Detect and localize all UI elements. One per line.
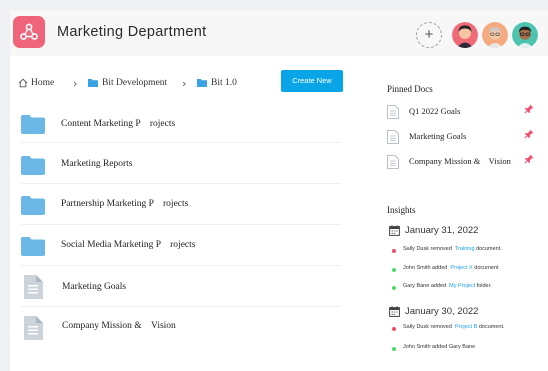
activity-link[interactable]: Project X xyxy=(450,265,472,271)
create-new-button[interactable]: Create New xyxy=(281,70,343,92)
file-name: Content Marketing P rojects xyxy=(61,119,176,129)
insight-date-label: January 30, 2022 xyxy=(405,306,479,317)
breadcrumb-label: Bit Development xyxy=(102,78,168,88)
activity-text: John Smith added Project X document xyxy=(403,265,499,271)
status-dot xyxy=(392,268,396,272)
avatar[interactable] xyxy=(482,22,508,48)
file-name: Partnership Marketing P rojects xyxy=(61,199,189,209)
activity-text: Sally Dusk removed Training document. xyxy=(403,246,502,252)
pinned-doc-item[interactable]: Marketing Goals xyxy=(387,129,537,145)
file-name: Marketing Reports xyxy=(61,159,133,169)
file-name: Company Mission & Vision xyxy=(62,321,176,331)
activity-item: Sally Dusk removed Training document. xyxy=(392,246,502,256)
avatar[interactable] xyxy=(512,22,538,48)
activity-link[interactable]: Training xyxy=(455,246,475,252)
status-dot xyxy=(392,327,396,331)
pinned-doc-name: Marketing Goals xyxy=(409,131,467,141)
folder-icon xyxy=(21,196,45,215)
pinned-doc-name: Q1 2022 Goals xyxy=(409,106,461,116)
activity-item: John Smith added Project X document xyxy=(392,265,498,275)
activity-link[interactable]: My Project xyxy=(449,283,475,289)
activity-item: Gary Bane added My Project folder. xyxy=(392,283,492,293)
document-icon xyxy=(387,130,399,144)
pin-icon[interactable] xyxy=(524,129,534,139)
list-item[interactable]: Partnership Marketing P rojects xyxy=(21,185,341,225)
breadcrumb-home-label: Home xyxy=(31,78,55,88)
list-item[interactable]: Marketing Reports xyxy=(21,144,341,184)
list-item[interactable]: Company Mission & Vision xyxy=(21,308,341,348)
home-icon xyxy=(18,78,28,88)
folder-icon xyxy=(21,237,45,256)
folder-icon xyxy=(21,115,45,134)
folder-icon xyxy=(21,156,45,175)
activity-item: John Smith added Gary Bane xyxy=(392,344,475,354)
status-dot xyxy=(392,347,396,351)
activity-text: Sally Dusk removed Project B document. xyxy=(403,324,505,330)
activity-link[interactable]: Project B xyxy=(455,324,477,330)
add-member-button[interactable]: + xyxy=(416,22,442,48)
status-dot xyxy=(392,286,396,290)
status-dot xyxy=(392,249,396,253)
activity-text: John Smith added Gary Bane xyxy=(403,344,476,350)
pinned-doc-item[interactable]: Company Mission & Vision xyxy=(387,154,537,170)
page-title: Marketing Department xyxy=(57,24,207,40)
list-item[interactable]: Social Media Marketing P rojects xyxy=(21,226,341,266)
chevron-right-icon: › xyxy=(73,77,78,90)
list-item[interactable]: Content Marketing P rojects xyxy=(21,103,341,143)
insights-title: Insights xyxy=(387,205,416,215)
document-icon xyxy=(387,155,399,169)
activity-item: Sally Dusk removed Project B document. xyxy=(392,324,505,334)
pin-icon[interactable] xyxy=(524,154,534,164)
document-icon xyxy=(387,105,399,119)
activity-text: Gary Bane added My Project folder. xyxy=(403,283,492,289)
calendar-icon xyxy=(389,225,400,236)
file-name: Social Media Marketing P rojects xyxy=(61,240,196,250)
pinned-docs-title: Pinned Docs xyxy=(387,84,433,94)
pinned-doc-name: Company Mission & Vision xyxy=(409,156,511,166)
breadcrumb-label: Bit 1.0 xyxy=(211,78,237,88)
folder-icon xyxy=(197,79,207,87)
avatar[interactable] xyxy=(452,22,478,48)
calendar-icon xyxy=(389,306,400,317)
folder-icon xyxy=(88,79,98,87)
insight-date-label: January 31, 2022 xyxy=(405,225,479,236)
document-icon xyxy=(24,275,43,299)
chevron-right-icon: › xyxy=(182,77,187,90)
document-icon xyxy=(24,316,43,340)
file-name: Marketing Goals xyxy=(62,282,127,292)
list-item[interactable]: Marketing Goals xyxy=(21,267,341,307)
pinned-doc-item[interactable]: Q1 2022 Goals xyxy=(387,104,537,120)
header-bar: Marketing Department + xyxy=(10,10,548,56)
app-window: Marketing Department + Home › Bit Develo… xyxy=(10,10,548,371)
pin-icon[interactable] xyxy=(524,104,534,114)
app-logo-icon[interactable] xyxy=(13,16,45,48)
